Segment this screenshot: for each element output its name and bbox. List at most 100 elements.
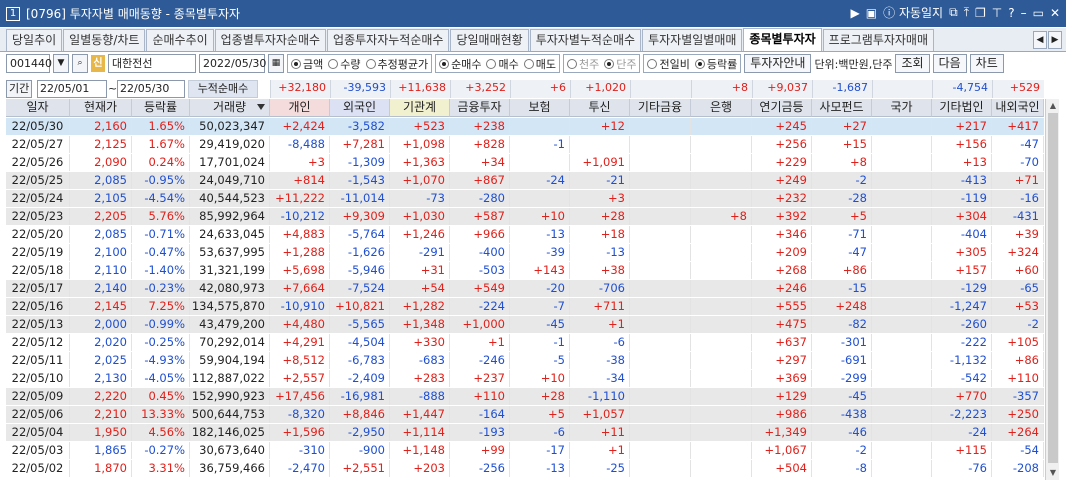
radio-group1-2[interactable]: 추정평균가	[365, 56, 428, 72]
table-cell: +4,480	[270, 316, 330, 333]
table-row[interactable]: 22/05/26 2,090 0.24% 17,701,024 +3 -1,309 +1,3…	[6, 154, 1044, 171]
minimize-icon[interactable]: –	[1021, 6, 1027, 20]
scroll-thumb[interactable]	[1048, 113, 1058, 463]
table-cell: +7,281	[330, 136, 390, 153]
table-cell: +232	[752, 190, 812, 207]
next-button[interactable]: 다음	[932, 54, 967, 73]
table-cell: +27	[812, 118, 872, 135]
table-row[interactable]: 22/05/27 2,125 1.67% 29,419,020 -8,488 +7,281…	[6, 136, 1044, 153]
column-header-5[interactable]: 외국인	[330, 99, 390, 117]
column-header-2[interactable]: 등락률	[132, 99, 190, 117]
table-row[interactable]: 22/05/17 2,140 -0.23% 42,080,973 +7,664 -7,52…	[6, 280, 1044, 297]
radio-group4-1[interactable]: 등락률	[694, 56, 737, 72]
table-cell: +637	[752, 334, 812, 351]
table-row[interactable]: 22/05/16 2,145 7.25% 134,575,870 -10,910 +10,…	[6, 298, 1044, 315]
tab-8[interactable]: 종목별투자자	[743, 28, 822, 51]
radio-group1-0[interactable]: 금액	[291, 56, 323, 72]
column-header-6[interactable]: 기관계	[390, 99, 450, 117]
date-input[interactable]: 2022/05/30	[199, 54, 266, 73]
radio-group3-0[interactable]: 천주	[566, 56, 599, 72]
radio-group1-1[interactable]: 수량	[328, 56, 361, 72]
column-header-7[interactable]: 금융투자	[450, 99, 510, 117]
table-row[interactable]: 22/05/04 1,950 4.56% 182,146,025 +1,596 -2,95…	[6, 424, 1044, 441]
maximize-icon[interactable]: ▭	[1033, 6, 1044, 20]
column-header-14[interactable]: 국가	[872, 99, 932, 117]
column-header-12[interactable]: 연기금등	[752, 99, 812, 117]
table-row[interactable]: 22/05/25 2,085 -0.95% 24,049,710 +814 -1,543 +…	[6, 172, 1044, 189]
table-row[interactable]: 22/05/13 2,000 -0.99% 43,479,200 +4,480 -5,56…	[6, 316, 1044, 333]
table-row[interactable]: 22/05/02 1,870 3.31% 36,759,466 -2,470 +2,551…	[6, 460, 1044, 477]
table-row[interactable]: 22/05/19 2,100 -0.47% 53,637,995 +1,288 -1,62…	[6, 244, 1044, 261]
column-header-1[interactable]: 현재가	[70, 99, 132, 117]
tab-prev-icon[interactable]: ◀	[1033, 31, 1047, 49]
investor-guide-button[interactable]: 투자자안내	[744, 54, 812, 73]
table-row[interactable]: 22/05/18 2,110 -1.40% 31,321,199 +5,698 -5,94…	[6, 262, 1044, 279]
code-dropdown-icon[interactable]: ▼	[53, 54, 69, 73]
table-cell	[630, 244, 691, 261]
table-cell: 1.67%	[132, 136, 190, 153]
column-header-0[interactable]: 일자	[6, 99, 70, 117]
chart-button[interactable]: 차트	[969, 54, 1004, 73]
copy-icon[interactable]: ❐	[975, 6, 986, 20]
table-cell: 2,100	[70, 244, 132, 261]
tab-4[interactable]: 업종투자자누적순매수	[327, 29, 450, 51]
table-cell: 5.76%	[132, 208, 190, 225]
scroll-down-icon[interactable]: ▼	[1046, 466, 1060, 480]
tab-2[interactable]: 순매수추이	[146, 29, 214, 51]
column-header-15[interactable]: 기타법인	[932, 99, 992, 117]
table-row[interactable]: 22/05/12 2,020 -0.25% 70,292,014 +4,291 -4,50…	[6, 334, 1044, 351]
tab-0[interactable]: 당일추이	[6, 29, 63, 51]
scroll-up-icon[interactable]: ▲	[1046, 99, 1060, 113]
tab-6[interactable]: 투자자별누적순매수	[529, 29, 642, 51]
column-header-13[interactable]: 사모펀드	[812, 99, 872, 117]
close-icon[interactable]: ✕	[1050, 6, 1060, 20]
window-number-badge[interactable]: 1	[6, 6, 20, 21]
period-from-input[interactable]: 22/05/01	[37, 80, 107, 98]
column-header-16[interactable]: 내외국인	[992, 99, 1044, 117]
tab-5[interactable]: 당일매매현황	[450, 29, 529, 51]
auto-log-button[interactable]: ⓘ 자동일지	[883, 4, 943, 21]
link-icon[interactable]: ⧉	[949, 5, 958, 20]
table-row[interactable]: 22/05/23 2,205 5.76% 85,992,964 -10,212 +9,30…	[6, 208, 1044, 225]
tab-3[interactable]: 업종별투자자순매수	[214, 29, 327, 51]
vertical-scrollbar[interactable]: ▲ ▼	[1045, 99, 1059, 480]
sort-desc-icon[interactable]	[257, 104, 265, 110]
play-icon[interactable]: ▶	[851, 6, 860, 20]
table-cell: +38	[570, 262, 630, 279]
table-cell	[691, 352, 752, 369]
pin-icon[interactable]: ⤒	[964, 5, 969, 20]
column-header-3[interactable]: 거래량	[190, 99, 270, 117]
memo-icon[interactable]: ▣	[866, 6, 877, 20]
calendar-icon[interactable]: ▦	[268, 54, 284, 73]
table-row[interactable]: 22/05/09 2,220 0.45% 152,990,923 +17,456 -16,…	[6, 388, 1044, 405]
tab-next-icon[interactable]: ▶	[1048, 31, 1062, 49]
column-header-4[interactable]: 개인	[270, 99, 330, 117]
radio-group2-1[interactable]: 매수	[486, 56, 519, 72]
search-icon[interactable]: ⌕	[72, 54, 88, 73]
table-row[interactable]: 22/05/30 2,160 1.65% 50,023,347 +2,424 -3,582…	[6, 118, 1044, 135]
table-row[interactable]: 22/05/20 2,085 -0.71% 24,633,045 +4,883 -5,76…	[6, 226, 1044, 243]
table-row[interactable]: 22/05/03 1,865 -0.27% 30,673,640 -310 -900 +1,…	[6, 442, 1044, 459]
radio-group3-1[interactable]: 단주	[604, 56, 636, 72]
radio-group4-0[interactable]: 전일비	[647, 56, 690, 72]
tab-1[interactable]: 일별동향/차트	[63, 29, 146, 51]
column-header-9[interactable]: 투신	[570, 99, 630, 117]
help-icon[interactable]: ?	[1008, 6, 1014, 20]
tack-icon[interactable]: ⊤	[992, 6, 1002, 20]
stock-code-input[interactable]: 001440	[6, 54, 52, 73]
column-header-11[interactable]: 은행	[691, 99, 752, 117]
table-row[interactable]: 22/05/24 2,105 -4.54% 40,544,523 +11,222 -11,…	[6, 190, 1044, 207]
tab-9[interactable]: 프로그램투자자매매	[822, 29, 935, 51]
radio-group2-2[interactable]: 매도	[523, 56, 556, 72]
column-header-10[interactable]: 기타금융	[630, 99, 691, 117]
table-row[interactable]: 22/05/11 2,025 -4.93% 59,904,194 +8,512 -6,78…	[6, 352, 1044, 369]
table-cell: -45	[812, 388, 872, 405]
column-header-8[interactable]: 보험	[510, 99, 570, 117]
table-row[interactable]: 22/05/10 2,130 -4.05% 112,887,022 +2,557 -2,4…	[6, 370, 1044, 387]
table-row[interactable]: 22/05/06 2,210 13.33% 500,644,753 -8,320 +8,8…	[6, 406, 1044, 423]
radio-group2-0[interactable]: 순매수	[439, 56, 481, 72]
query-button[interactable]: 조회	[895, 54, 930, 73]
tab-7[interactable]: 투자자별일별매매	[642, 29, 743, 51]
period-to-input[interactable]: 22/05/30	[117, 80, 185, 98]
stock-name-field[interactable]: 대한전선	[108, 54, 196, 73]
